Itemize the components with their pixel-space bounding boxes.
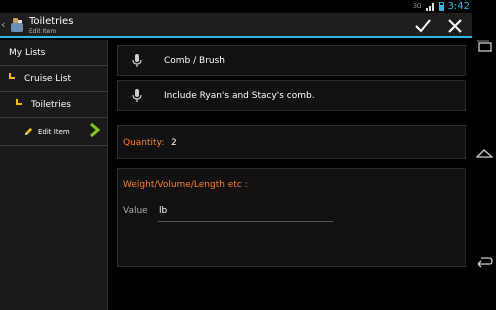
measure-section: Weight/Volume/Length etc : Value lb xyxy=(117,168,466,267)
status-bar: 3G 3:42 xyxy=(0,0,472,13)
sidebar-item-label: Edit Item xyxy=(38,128,70,136)
sidebar-item-label: My Lists xyxy=(9,48,46,58)
measure-heading: Weight/Volume/Length etc : xyxy=(123,180,248,190)
page-title: Toiletries xyxy=(29,16,74,27)
close-icon[interactable] xyxy=(446,17,464,35)
value-input-underline xyxy=(158,221,333,222)
quantity-label: Quantity: xyxy=(123,138,165,148)
toiletries-app-icon[interactable] xyxy=(8,16,26,34)
sidebar-item-edit-item[interactable]: Edit Item xyxy=(0,118,108,146)
item-name-value: Comb / Brush xyxy=(164,56,225,66)
item-name-field[interactable]: Comb / Brush xyxy=(117,45,466,76)
page-subtitle: Edit Item xyxy=(29,28,57,35)
system-nav-bar xyxy=(472,0,496,310)
status-time: 3:42 xyxy=(447,1,470,12)
quantity-field[interactable]: Quantity: 2 xyxy=(117,125,466,159)
chevron-right-icon xyxy=(90,123,101,137)
sidebar-item-toiletries[interactable]: Toiletries xyxy=(0,92,108,118)
home-icon[interactable] xyxy=(476,146,493,163)
item-note-field[interactable]: Include Ryan's and Stacy's comb. xyxy=(117,80,466,111)
list-corner-icon xyxy=(9,73,15,79)
edit-item-form: Comb / Brush Include Ryan's and Stacy's … xyxy=(108,40,472,310)
up-caret-icon[interactable]: ‹ xyxy=(1,18,5,31)
value-unit-input[interactable]: lb xyxy=(159,206,167,216)
sidebar-item-my-lists[interactable]: My Lists xyxy=(0,40,108,66)
check-icon[interactable] xyxy=(414,17,432,35)
battery-icon xyxy=(438,2,444,11)
microphone-icon[interactable] xyxy=(132,89,142,103)
sidebar-item-label: Cruise List xyxy=(24,74,72,84)
sidebar: My Lists Cruise List Toiletries Edit Ite… xyxy=(0,40,108,310)
network-type: 3G xyxy=(413,2,422,10)
signal-icon xyxy=(425,2,435,11)
value-label: Value xyxy=(123,206,148,216)
action-bar: ‹ Toiletries Edit Item xyxy=(0,13,472,38)
list-corner-icon xyxy=(16,99,22,105)
back-icon[interactable] xyxy=(476,253,493,270)
sidebar-item-cruise-list[interactable]: Cruise List xyxy=(0,66,108,92)
recents-icon[interactable] xyxy=(476,38,493,55)
item-note-value: Include Ryan's and Stacy's comb. xyxy=(164,91,315,101)
pencil-icon xyxy=(24,127,33,136)
sidebar-item-label: Toiletries xyxy=(31,100,71,110)
quantity-value[interactable]: 2 xyxy=(171,138,177,148)
microphone-icon[interactable] xyxy=(132,54,142,68)
status-icons: 3G 3:42 xyxy=(413,0,470,13)
